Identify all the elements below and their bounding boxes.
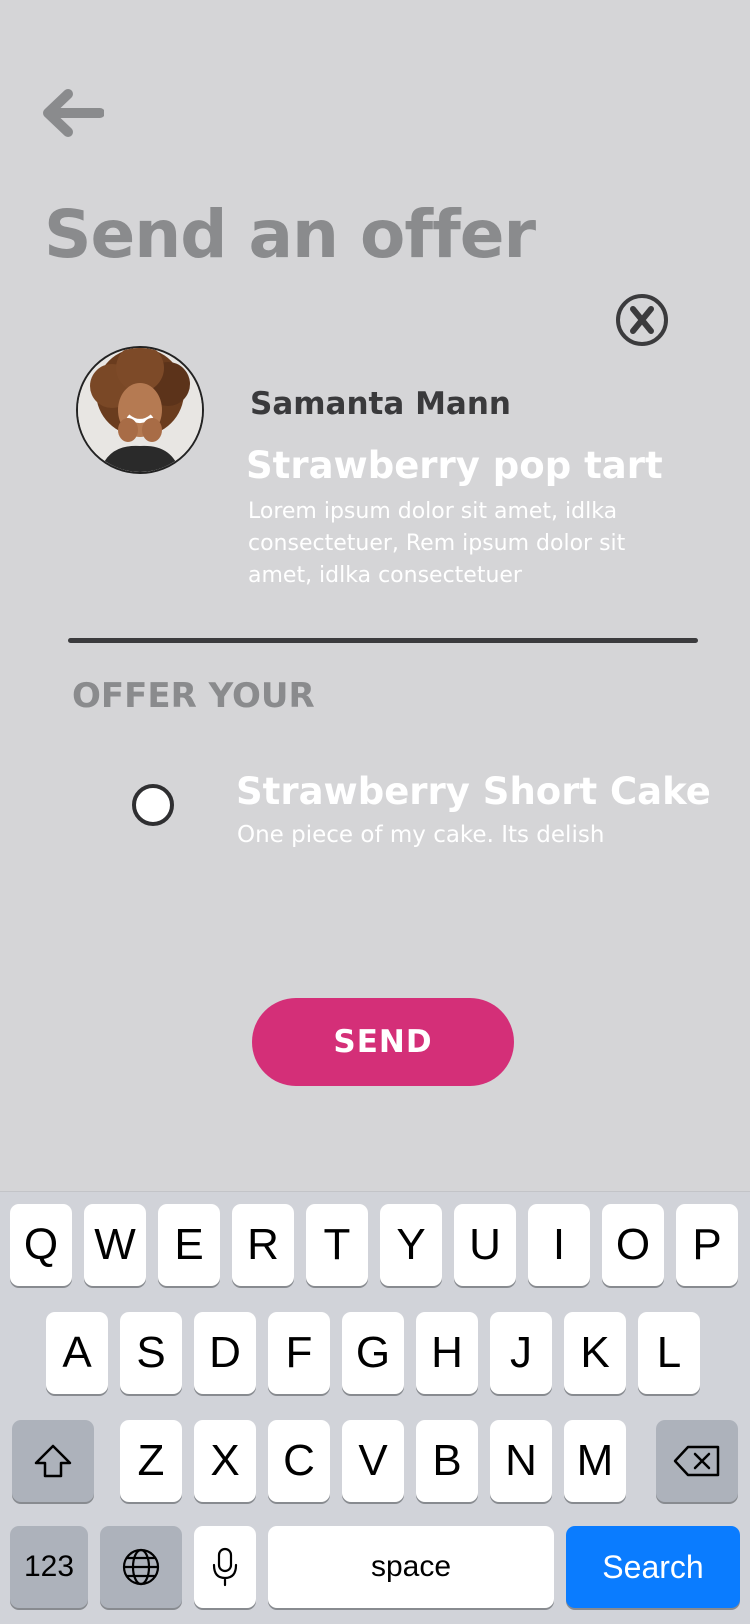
key-n[interactable]: N (490, 1420, 552, 1502)
key-v[interactable]: V (342, 1420, 404, 1502)
numbers-key[interactable]: 123 (10, 1526, 88, 1608)
key-u[interactable]: U (454, 1204, 516, 1286)
divider (68, 638, 698, 643)
item-description: Lorem ipsum dolor sit amet, idlka consec… (248, 499, 626, 588)
microphone-icon (212, 1547, 238, 1587)
arrow-left-icon (43, 89, 105, 137)
offer-option-title: Strawberry Short Cake (236, 770, 711, 813)
key-d[interactable]: D (194, 1312, 256, 1394)
key-j[interactable]: J (490, 1312, 552, 1394)
offer-option-subtitle: One piece of my cake. Its delish (237, 822, 605, 848)
key-f[interactable]: F (268, 1312, 330, 1394)
key-k[interactable]: K (564, 1312, 626, 1394)
key-m[interactable]: M (564, 1420, 626, 1502)
key-z[interactable]: Z (120, 1420, 182, 1502)
item-title: Strawberry pop tart (246, 444, 663, 487)
backspace-icon (673, 1445, 720, 1477)
key-t[interactable]: T (306, 1204, 368, 1286)
key-r[interactable]: R (232, 1204, 294, 1286)
key-c[interactable]: C (268, 1420, 330, 1502)
key-p[interactable]: P (676, 1204, 738, 1286)
key-h[interactable]: H (416, 1312, 478, 1394)
offer-section-label: OFFER YOUR (72, 676, 315, 716)
close-button[interactable] (616, 294, 668, 346)
avatar-photo (78, 348, 202, 472)
back-button[interactable] (38, 88, 105, 138)
search-key[interactable]: Search (566, 1526, 740, 1608)
key-q[interactable]: Q (10, 1204, 72, 1286)
key-s[interactable]: S (120, 1312, 182, 1394)
globe-icon (122, 1548, 160, 1586)
key-b[interactable]: B (416, 1420, 478, 1502)
avatar (76, 346, 204, 474)
key-w[interactable]: W (84, 1204, 146, 1286)
space-key[interactable]: space (268, 1526, 554, 1608)
key-e[interactable]: E (158, 1204, 220, 1286)
key-l[interactable]: L (638, 1312, 700, 1394)
delete-key[interactable] (656, 1420, 738, 1502)
send-button[interactable]: SEND (252, 998, 514, 1086)
seller-name: Samanta Mann (250, 386, 511, 422)
key-o[interactable]: O (602, 1204, 664, 1286)
offer-radio[interactable] (132, 784, 174, 826)
key-g[interactable]: G (342, 1312, 404, 1394)
key-a[interactable]: A (46, 1312, 108, 1394)
page-title: Send an offer (44, 196, 536, 273)
key-x[interactable]: X (194, 1420, 256, 1502)
close-icon (630, 306, 654, 334)
key-y[interactable]: Y (380, 1204, 442, 1286)
keyboard: Q W E R T Y U I O P A S D F G H J K L Z … (0, 1192, 750, 1624)
key-i[interactable]: I (528, 1204, 590, 1286)
shift-icon (34, 1444, 72, 1478)
shift-key[interactable] (12, 1420, 94, 1502)
globe-key[interactable] (100, 1526, 182, 1608)
dictation-key[interactable] (194, 1526, 256, 1608)
